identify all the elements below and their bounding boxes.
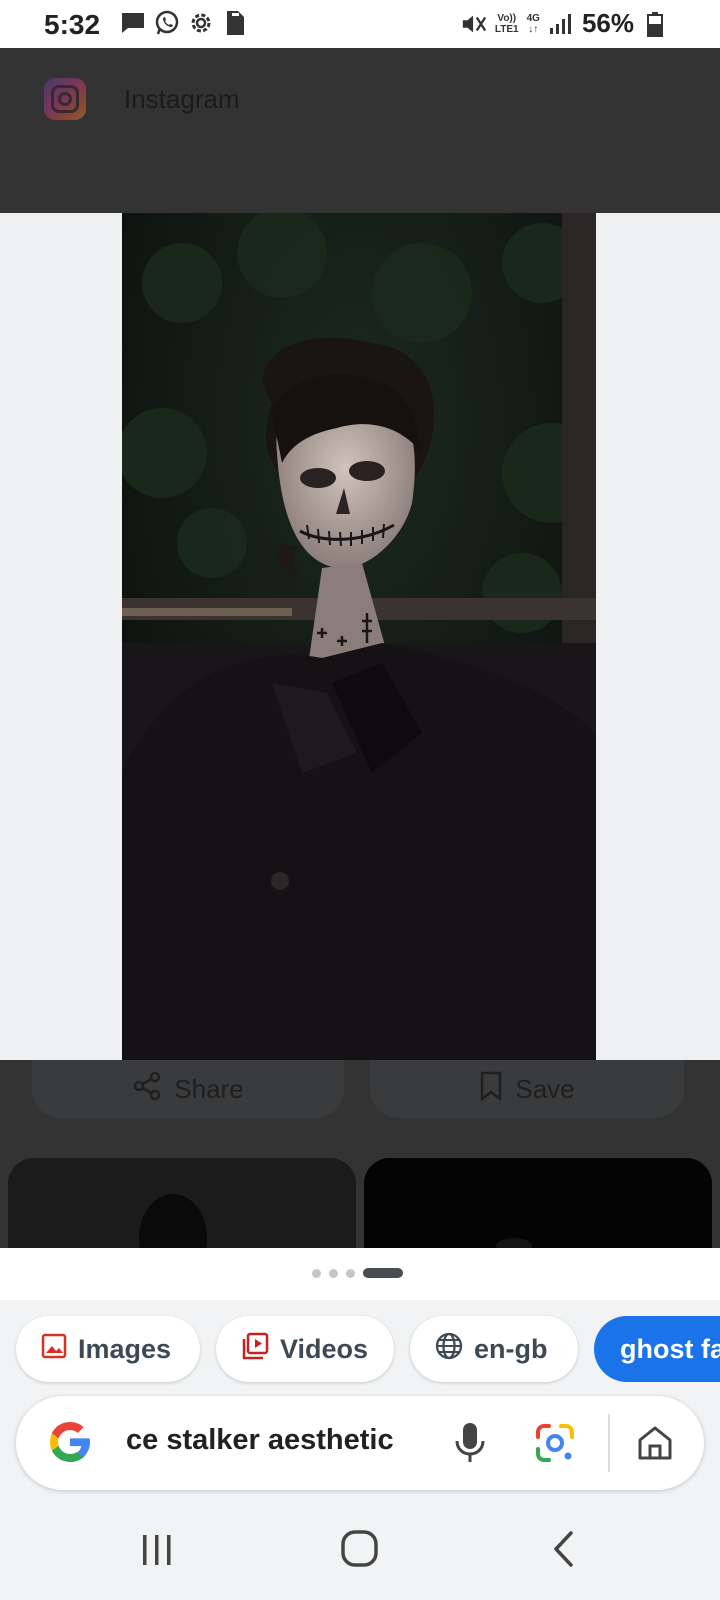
- instagram-logo[interactable]: [44, 78, 86, 120]
- video-icon: [240, 1331, 270, 1368]
- status-bar: 5:32 Vo)) LTE1 4G ↓↑ 56%: [0, 0, 720, 48]
- status-time: 5:32: [44, 9, 101, 40]
- main-image[interactable]: [122, 213, 596, 1060]
- microphone-icon[interactable]: [448, 1420, 492, 1466]
- filter-chips: Images Videos en-gb ghost fa: [0, 1316, 720, 1384]
- signal-icon: [548, 11, 574, 37]
- page-indicator: [312, 1268, 403, 1278]
- page-dot: [312, 1268, 321, 1278]
- 4g-icon: 4G ↓↑: [526, 12, 540, 35]
- battery-icon: [642, 11, 668, 37]
- system-navigation-bar: [0, 1496, 720, 1600]
- page-indicator-bar: [0, 1248, 720, 1300]
- search-bar[interactable]: ce stalker aesthetic: [16, 1396, 704, 1490]
- whatsapp-icon: [154, 10, 180, 36]
- image-viewer-header: Instagram: [0, 48, 720, 213]
- home-icon[interactable]: [632, 1420, 678, 1466]
- home-nav-icon[interactable]: [335, 1526, 385, 1572]
- related-image-thumbnail[interactable]: [8, 1158, 356, 1248]
- page-dot-active: [363, 1268, 403, 1278]
- chip-language[interactable]: en-gb: [410, 1316, 578, 1382]
- bookmark-icon: [479, 1071, 503, 1108]
- google-logo-icon: [46, 1418, 94, 1466]
- page-dot: [329, 1268, 338, 1278]
- back-icon[interactable]: [540, 1526, 590, 1572]
- chip-related-query[interactable]: ghost fa: [594, 1316, 720, 1382]
- chip-related-query-label: ghost fa: [620, 1333, 720, 1364]
- chip-images[interactable]: Images: [16, 1316, 200, 1382]
- image-icon: [40, 1332, 68, 1367]
- mute-icon: [461, 11, 487, 37]
- page-dot: [346, 1268, 355, 1278]
- volte-icon: Vo)) LTE1: [494, 12, 519, 35]
- save-button[interactable]: Save: [370, 1060, 684, 1118]
- chip-language-label: en-gb: [474, 1333, 548, 1364]
- globe-icon: [434, 1331, 464, 1368]
- sim-card-icon: [222, 10, 248, 36]
- status-notification-icons: [120, 10, 248, 36]
- chip-videos[interactable]: Videos: [216, 1316, 394, 1382]
- settings-icon: [188, 10, 214, 36]
- save-label: Save: [515, 1073, 575, 1104]
- share-icon: [132, 1071, 162, 1108]
- share-button[interactable]: Share: [32, 1060, 344, 1118]
- source-name[interactable]: Instagram: [124, 84, 240, 115]
- recents-icon[interactable]: [132, 1526, 182, 1572]
- search-bar-divider: [608, 1414, 610, 1472]
- screen: 5:32 Vo)) LTE1 4G ↓↑ 56% Instagram Share…: [0, 0, 720, 1600]
- battery-percent: 56%: [581, 8, 634, 38]
- share-label: Share: [174, 1073, 244, 1104]
- message-icon: [120, 10, 146, 36]
- chip-videos-label: Videos: [280, 1333, 369, 1364]
- search-query-text[interactable]: ce stalker aesthetic: [126, 1424, 394, 1457]
- related-image-thumbnail[interactable]: [364, 1158, 712, 1248]
- chip-images-label: Images: [78, 1333, 172, 1364]
- status-system-icons: Vo)) LTE1 4G ↓↑ 56%: [461, 8, 668, 39]
- google-lens-icon[interactable]: [532, 1420, 578, 1466]
- image-viewer-footer: Share Save: [0, 1060, 720, 1248]
